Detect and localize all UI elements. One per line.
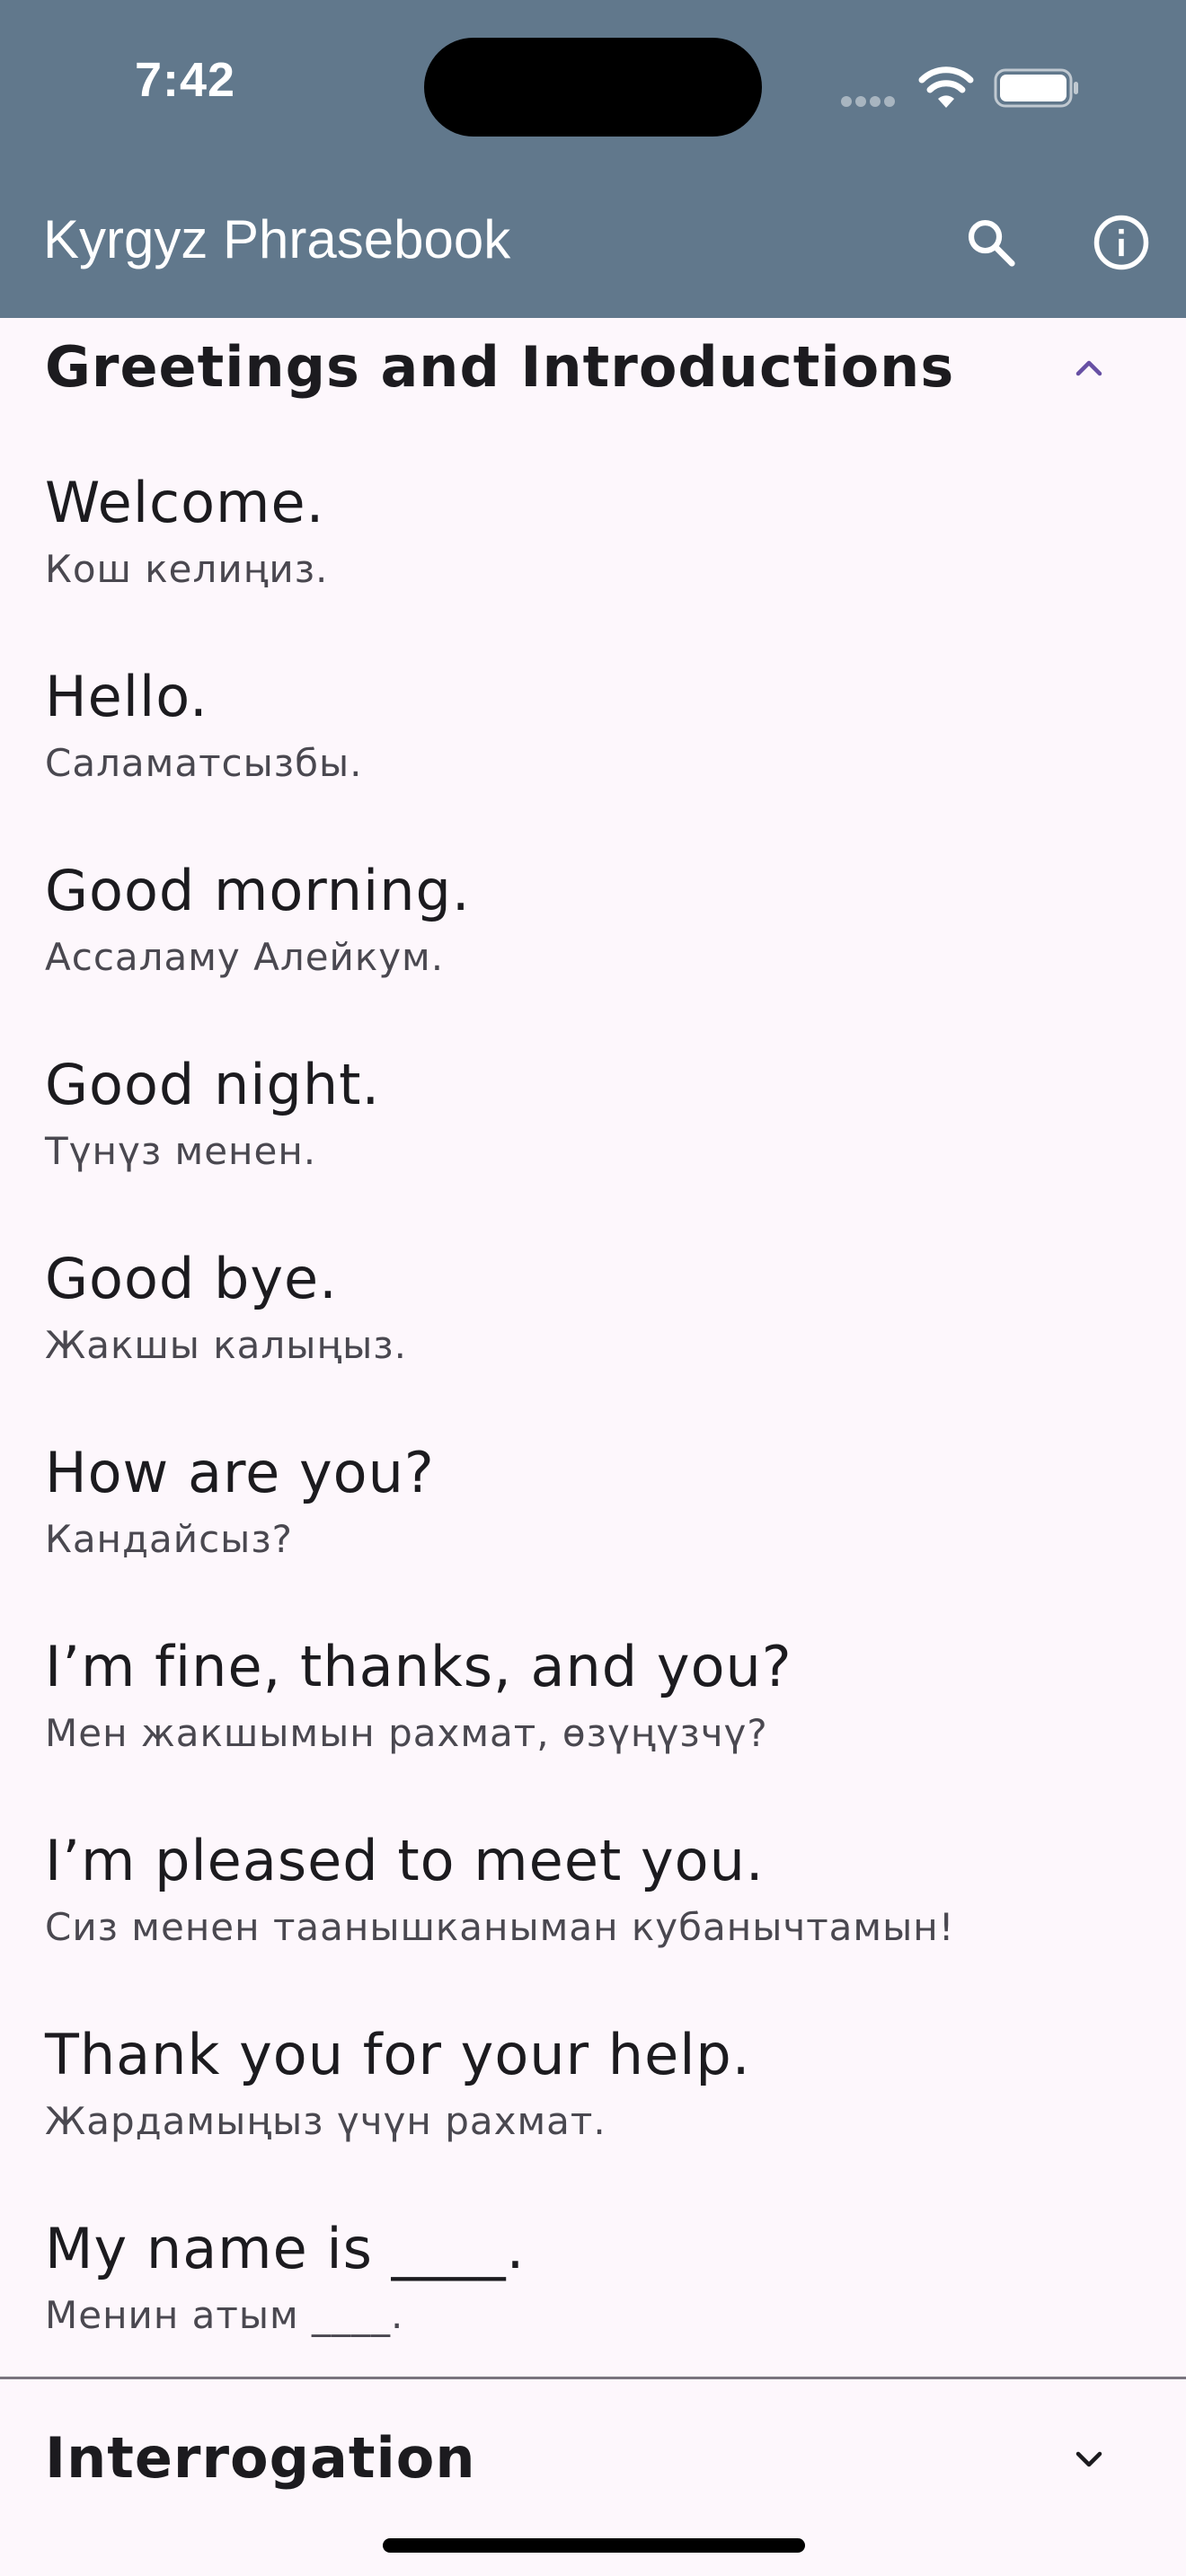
phrase-kyrgyz: Түнүз менен. — [45, 1129, 317, 1173]
battery-icon — [994, 68, 1078, 108]
app-title: Kyrgyz Phrasebook — [43, 209, 511, 269]
phrase-item[interactable]: Good bye. Жакшы калыңыз. — [45, 1243, 1150, 1372]
section-header-interrogation[interactable]: Interrogation — [0, 2409, 1186, 2508]
phrase-kyrgyz: Кандайсыз? — [45, 1517, 293, 1561]
search-button[interactable] — [942, 193, 1040, 292]
phrase-item[interactable]: Welcome. Кош келиңиз. — [45, 467, 1150, 596]
section-title: Greetings and Introductions — [45, 334, 955, 400]
phrase-item[interactable]: Good night. Түнүз менен. — [45, 1049, 1150, 1178]
app-bar: 7:42 Kyrgyz Phrasebook — [0, 0, 1186, 318]
section-divider — [0, 2377, 1186, 2379]
phrase-english: Thank you for your help. — [45, 2022, 751, 2087]
home-indicator[interactable] — [383, 2538, 805, 2553]
phrase-english: I’m fine, thanks, and you? — [45, 1634, 792, 1699]
phrase-kyrgyz: Жакшы калыңыз. — [45, 1323, 407, 1367]
search-icon — [968, 219, 1015, 267]
status-time: 7:42 — [135, 53, 236, 107]
section-header-greetings[interactable]: Greetings and Introductions — [0, 318, 1186, 417]
phrasebook-screen: 7:42 Kyrgyz Phrasebook Greetings and Int… — [0, 0, 1186, 2576]
phrase-english: I’m pleased to meet you. — [45, 1828, 765, 1893]
phrase-item[interactable]: I’m pleased to meet you. Сиз менен тааны… — [45, 1825, 1150, 1954]
phrase-kyrgyz: Менин атым ____. — [45, 2293, 404, 2337]
chevron-down-icon — [1075, 2451, 1102, 2467]
phrase-kyrgyz: Кош келиңиз. — [45, 547, 329, 591]
phrase-english: Good night. — [45, 1052, 381, 1117]
phrase-kyrgyz: Сиз менен таанышканыман кубанычтамын! — [45, 1905, 955, 1949]
dynamic-island — [424, 38, 762, 137]
phrase-kyrgyz: Жардамыңыз үчүн рахмат. — [45, 2099, 606, 2143]
phrase-item[interactable]: My name is ____. Менин атым ____. — [45, 2213, 1150, 2342]
phrase-kyrgyz: Ассаламу Алейкум. — [45, 935, 445, 979]
phrase-item[interactable]: I’m fine, thanks, and you? Мен жакшымын … — [45, 1631, 1150, 1760]
phrase-item[interactable]: Hello. Саламатсызбы. — [45, 661, 1150, 790]
phrase-english: Good morning. — [45, 858, 471, 923]
info-icon — [1093, 215, 1149, 270]
phrase-item[interactable]: How are you? Кандайсыз? — [45, 1437, 1150, 1566]
phrase-item[interactable]: Good morning. Ассаламу Алейкум. — [45, 855, 1150, 984]
phrase-item[interactable]: Thank you for your help. Жардамыңыз үчүн… — [45, 2019, 1150, 2148]
chevron-up-icon — [1075, 360, 1102, 376]
section-title: Interrogation — [45, 2425, 476, 2491]
wifi-icon — [918, 66, 974, 108]
phrase-english: My name is ____. — [45, 2216, 526, 2281]
phrase-english: How are you? — [45, 1440, 435, 1505]
info-button[interactable] — [1072, 193, 1171, 292]
phrase-english: Welcome. — [45, 470, 325, 535]
cellular-signal-icon — [841, 93, 902, 107]
phrase-english: Hello. — [45, 664, 208, 729]
phrase-kyrgyz: Саламатсызбы. — [45, 741, 363, 785]
phrase-kyrgyz: Мен жакшымын рахмат, өзүңүзчү? — [45, 1711, 768, 1755]
phrase-english: Good bye. — [45, 1246, 338, 1311]
